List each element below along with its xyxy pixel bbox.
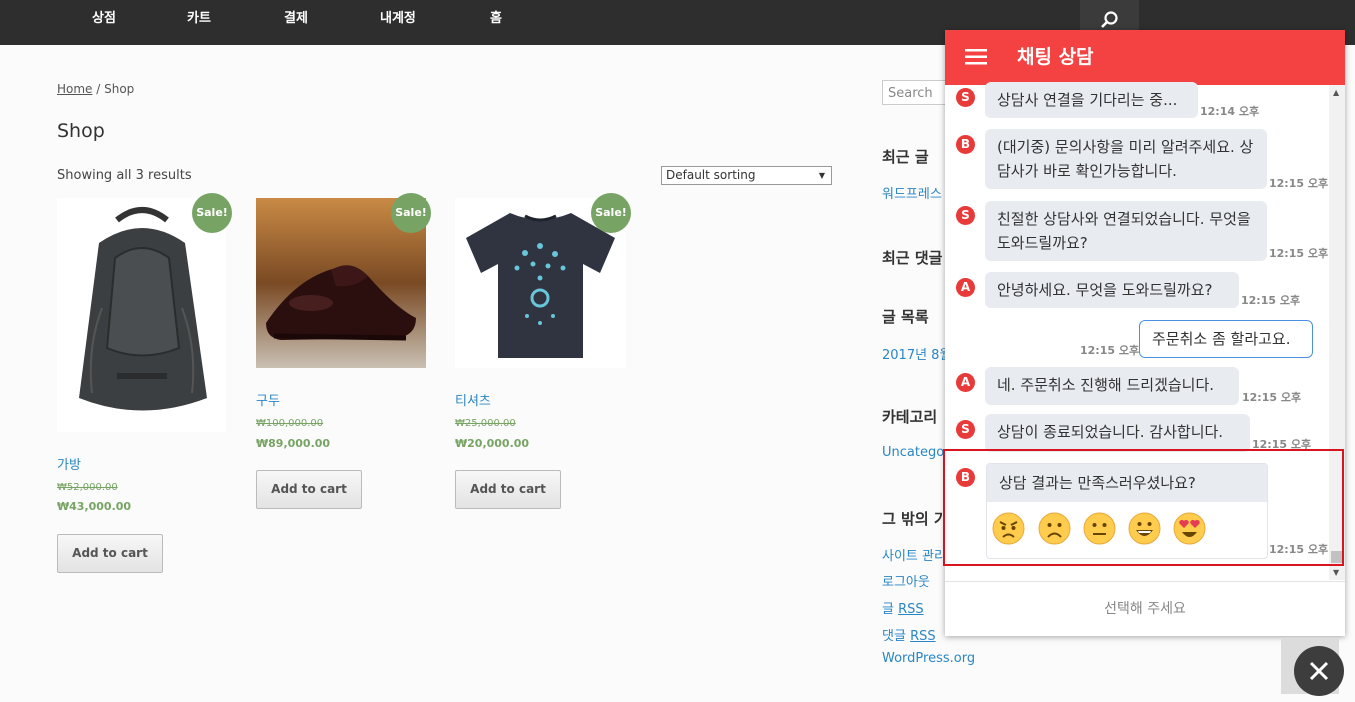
close-chat-button[interactable] [1294, 646, 1344, 696]
close-icon [1309, 661, 1329, 681]
result-count: Showing all 3 results [57, 168, 192, 183]
meta-heading: 그 밖의 기 [882, 510, 948, 528]
hamburger-menu-icon[interactable] [965, 49, 987, 65]
agent-avatar-s: S [956, 420, 975, 439]
nav-item-cart[interactable]: 카트 [187, 0, 211, 45]
category-link[interactable]: Uncategor [882, 445, 950, 460]
agent-avatar-a: A [956, 373, 975, 392]
satisfaction-survey: 상담 결과는 만족스러우셨나요? [986, 463, 1268, 559]
archives-heading: 글 목록 [882, 308, 929, 326]
product-name-link[interactable]: 구두 [256, 390, 280, 409]
recent-posts-heading: 최근 글 [882, 148, 929, 166]
search-icon [1101, 11, 1118, 28]
chat-message-bubble: 네. 주문취소 진행해 드리겠습니다. [985, 367, 1239, 405]
chat-header: 채팅 상담 [945, 30, 1345, 85]
sort-select-value: Default sorting [666, 168, 756, 182]
sale-badge: Sale! [192, 193, 232, 233]
grinning-face-icon[interactable] [1128, 512, 1161, 545]
agent-avatar-s: S [956, 88, 975, 107]
message-timestamp: 12:15 오후 [1080, 344, 1140, 357]
product-sale-price: ₩89,000.00 [256, 437, 331, 450]
message-timestamp: 12:15 오후 [1241, 294, 1301, 307]
product-old-price: ₩52,000.00 [57, 482, 118, 493]
angry-face-icon[interactable] [992, 512, 1025, 545]
chat-message-bubble: 친절한 상담사와 연결되었습니다. 무엇을 도와드릴까요? [985, 201, 1267, 261]
message-timestamp: 12:15 오후 [1269, 177, 1329, 190]
heart-eyes-face-icon[interactable] [1173, 512, 1206, 545]
chat-message-bubble: 상담이 종료되었습니다. 감사합니다. [985, 414, 1250, 452]
message-timestamp: 12:15 오후 [1242, 391, 1302, 404]
nav-item-home[interactable]: 홈 [490, 0, 502, 45]
recent-comments-heading: 최근 댓글 [882, 249, 943, 267]
breadcrumb-current: Shop [104, 82, 135, 96]
add-to-cart-button[interactable]: Add to cart [256, 470, 362, 509]
breadcrumb-separator: / [92, 82, 105, 96]
product-image-backpack[interactable] [57, 198, 226, 432]
product-old-price: ₩25,000.00 [455, 418, 516, 429]
frowning-face-icon[interactable] [1038, 512, 1071, 545]
agent-avatar-b: B [956, 135, 975, 154]
comments-rss-link[interactable]: 댓글 RSS [882, 625, 936, 644]
message-timestamp: 12:15 오후 [1252, 438, 1312, 451]
chat-title: 채팅 상담 [1017, 46, 1094, 68]
recent-post-link[interactable]: 워드프레스 [882, 183, 942, 202]
message-timestamp: 12:15 오후 [1269, 543, 1329, 556]
rss-abbr: RSS [910, 629, 936, 644]
sort-select[interactable]: Default sorting ▼ [661, 166, 832, 185]
nav-item-my-account[interactable]: 내계정 [380, 0, 416, 45]
entries-rss-link[interactable]: 글 RSS [882, 598, 924, 617]
neutral-face-icon[interactable] [1083, 512, 1116, 545]
product-sale-price: ₩20,000.00 [455, 437, 530, 450]
nav-item-checkout[interactable]: 결제 [284, 0, 308, 45]
chat-message-bubble: (대기중) 문의사항을 미리 알려주세요. 상담사가 바로 확인가능합니다. [985, 129, 1267, 189]
categories-heading: 카테고리 [882, 408, 938, 426]
chat-scrollbar[interactable]: ▲ ▼ [1329, 85, 1345, 580]
chat-message-bubble: 상담사 연결을 기다리는 중... [985, 82, 1198, 118]
product-sale-price: ₩43,000.00 [57, 500, 132, 513]
agent-avatar-a: A [956, 278, 975, 297]
logout-link[interactable]: 로그아웃 [882, 571, 930, 590]
sidebar-search-input[interactable]: Search [882, 80, 952, 105]
breadcrumb: Home / Shop [57, 82, 134, 96]
scroll-down-arrow-icon[interactable]: ▼ [1333, 568, 1339, 577]
satisfaction-question: 상담 결과는 만족스러우셨나요? [987, 464, 1267, 502]
comments-rss-label: 댓글 [882, 629, 911, 644]
message-timestamp: 12:15 오후 [1269, 247, 1329, 260]
add-to-cart-button[interactable]: Add to cart [57, 534, 163, 573]
wordpress-org-link[interactable]: WordPress.org [882, 651, 975, 666]
chat-footer-prompt: 선택해 주세요 [945, 581, 1345, 636]
archive-link[interactable]: 2017년 8월 [882, 344, 951, 363]
breadcrumb-home-link[interactable]: Home [57, 82, 92, 96]
rss-abbr: RSS [898, 602, 924, 617]
scrollbar-thumb[interactable] [1331, 551, 1343, 563]
scroll-up-arrow-icon[interactable]: ▲ [1333, 88, 1339, 97]
page-title: Shop [57, 120, 105, 142]
entries-rss-label: 글 [882, 602, 899, 617]
sale-badge: Sale! [391, 193, 431, 233]
agent-avatar-b: B [956, 468, 975, 487]
sale-badge: Sale! [591, 193, 631, 233]
caret-down-icon: ▼ [818, 171, 825, 180]
product-old-price: ₩100,000.00 [256, 418, 324, 429]
backpack-image [57, 198, 226, 432]
product-name-link[interactable]: 티셔츠 [455, 390, 491, 409]
nav-item-shop[interactable]: 상점 [92, 0, 116, 45]
user-message-bubble: 주문취소 좀 할라고요. [1139, 320, 1313, 358]
agent-avatar-s: S [956, 206, 975, 225]
add-to-cart-button[interactable]: Add to cart [455, 470, 561, 509]
product-name-link[interactable]: 가방 [57, 454, 81, 473]
chat-message-bubble: 안녕하세요. 무엇을 도와드릴까요? [985, 272, 1239, 308]
message-timestamp: 12:14 오후 [1200, 105, 1260, 118]
site-admin-link[interactable]: 사이트 관리 [882, 545, 946, 564]
